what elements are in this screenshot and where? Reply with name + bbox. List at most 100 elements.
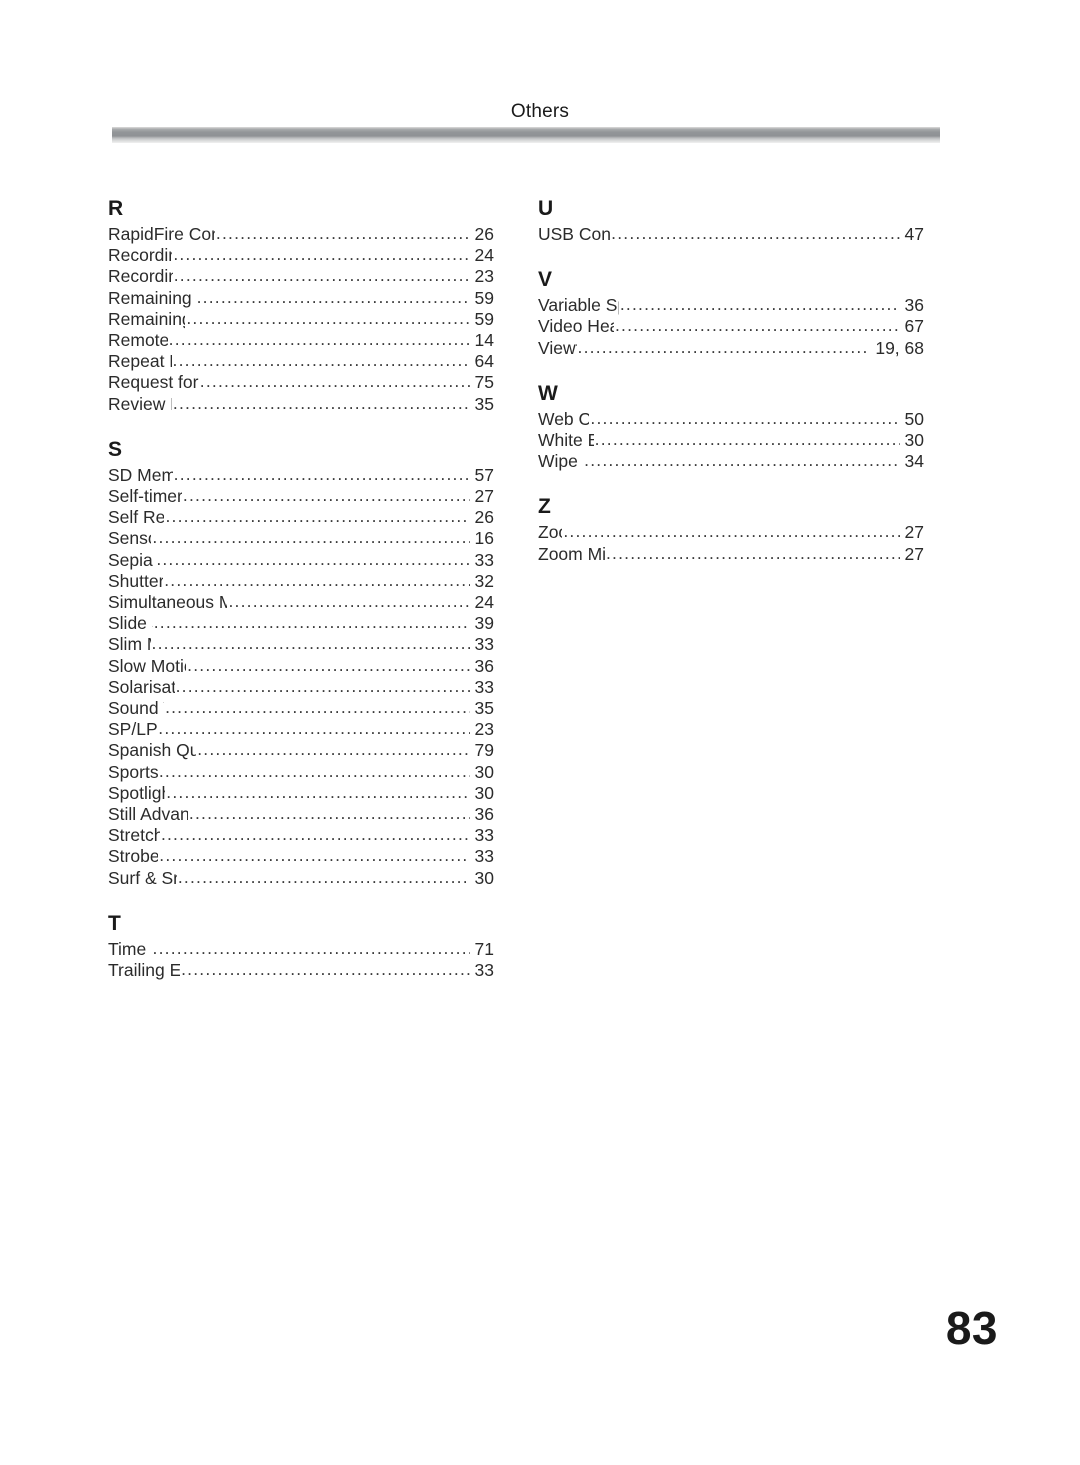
index-section-u: U USB Connection Kit 47	[538, 196, 924, 245]
index-entry-title: Variable Speed Search	[538, 295, 619, 316]
index-entry[interactable]: Remaining Tape Time 59	[108, 309, 494, 330]
index-entry-leader-dots	[563, 521, 899, 542]
index-entry[interactable]: Recording Speed 23	[108, 266, 494, 287]
index-entry-leader-dots	[173, 393, 470, 414]
index-entry[interactable]: Strobe Mode 33	[108, 846, 494, 867]
index-entry[interactable]: White Balance 30	[538, 430, 924, 451]
index-entry-title: Self-timer Recording	[108, 486, 182, 507]
index-entry-title: SP/LP Mode	[108, 719, 158, 740]
index-entry[interactable]: Sepia Mode 33	[108, 550, 494, 571]
index-entry-title: Trailing Effect Mode	[108, 960, 181, 981]
index-entry-page-number: 75	[474, 372, 494, 393]
index-entry[interactable]: Video Head Clogging 67	[538, 316, 924, 337]
index-entry[interactable]: RapidFire Consecutive Photoshot 26	[108, 224, 494, 245]
index-section-v: VVariable Speed Search36Video Head Clogg…	[538, 267, 924, 359]
index-entry-page-number: 57	[474, 464, 494, 485]
index-entry[interactable]: Spotlight Mode 30	[108, 783, 494, 804]
index-entry-leader-dots	[186, 308, 469, 329]
index-entry-title: Stretch Mode	[108, 825, 160, 846]
index-entry[interactable]: Sports Mode 30	[108, 762, 494, 783]
index-entry[interactable]: Web Camera 50	[538, 409, 924, 430]
index-entry-leader-dots	[152, 527, 469, 548]
index-entry-leader-dots	[158, 718, 469, 739]
index-entry-page-number: 30	[474, 867, 494, 888]
index-entry-page-number: 24	[474, 592, 494, 613]
index-entry[interactable]: Self Recording 26	[108, 507, 494, 528]
index-entry-title: Remote Control	[108, 330, 168, 351]
index-entry[interactable]: Slide Show 39	[108, 613, 494, 634]
index-entry[interactable]: Repeat Playback 64	[108, 351, 494, 372]
index-entry-leader-dots	[164, 570, 469, 591]
index-entry[interactable]: Spanish Quick Use Guide 79	[108, 740, 494, 761]
index-entry-title: SD Memory Card	[108, 464, 173, 485]
index-entry[interactable]: Wipe Mode 34	[538, 451, 924, 472]
index-entry-title: White Balance	[538, 430, 594, 451]
section-letter: S	[108, 437, 123, 461]
index-entry[interactable]: Recording Check 24	[108, 245, 494, 266]
index-entry-leader-dots	[159, 761, 470, 782]
index-entry-page-number: 27	[904, 543, 924, 564]
index-entry-page-number: 71	[474, 938, 494, 959]
index-entry[interactable]: SP/LP Mode 23	[108, 719, 494, 740]
index-entry-title: Sound Volume	[108, 698, 164, 719]
index-entry[interactable]: Remote Control 14	[108, 330, 494, 351]
index-entry-page-number: 67	[904, 316, 924, 337]
index-entry-title: Shutter Speed	[108, 570, 164, 591]
index-entry-page-number: 26	[474, 507, 494, 528]
index-entry-leader-dots	[611, 223, 899, 244]
index-entry-title: Sepia Mode	[108, 549, 155, 570]
index-entry[interactable]: Time Code 71	[108, 939, 494, 960]
index-entry[interactable]: Request for Service Notice 75	[108, 372, 494, 393]
index-entry[interactable]: Slow Motion Playback 36	[108, 656, 494, 677]
section-letter: W	[538, 381, 559, 405]
index-entry-leader-dots	[159, 845, 469, 866]
index-entry-page-number: 35	[474, 393, 494, 414]
index-entry-leader-dots	[178, 867, 470, 888]
index-entry[interactable]: Stretch Mode 33	[108, 825, 494, 846]
index-entry-page-number: 35	[474, 698, 494, 719]
index-entry[interactable]: SD Memory Card 57	[108, 465, 494, 486]
index-entry[interactable]: Review Playback 35	[108, 394, 494, 415]
index-entry-title: Self Recording	[108, 507, 165, 528]
index-entry-page-number: 33	[474, 549, 494, 570]
index-entry[interactable]: Remaining Battery Power 59	[108, 288, 494, 309]
index-entry-page-number: 14	[474, 330, 494, 351]
index-entry-title: Slide Show	[108, 613, 153, 634]
index-entry[interactable]: Zoom 27	[538, 522, 924, 543]
index-entry[interactable]: Sensor tag 16	[108, 528, 494, 549]
index-entry-page-number: 30	[474, 761, 494, 782]
index-entry-leader-dots	[153, 938, 470, 959]
index-entry[interactable]: Still Advance Playback 36	[108, 804, 494, 825]
index-entry[interactable]: Variable Speed Search 36	[538, 295, 924, 316]
index-entry-leader-dots	[578, 337, 871, 358]
index-entry-page-number: 34	[904, 451, 924, 472]
index-entry-leader-dots	[173, 350, 470, 371]
index-entry[interactable]: Solarisation Mode 33	[108, 677, 494, 698]
index-section-r: RRapidFire Consecutive Photoshot26Record…	[108, 196, 494, 415]
index-entry-leader-dots	[181, 959, 469, 980]
index-entry-title: Video Head Clogging	[538, 316, 614, 337]
index-entry-title: Repeat Playback	[108, 351, 172, 372]
index-entry[interactable]: Slim Mode 33	[108, 634, 494, 655]
index-entry-page-number: 36	[474, 655, 494, 676]
index-entry[interactable]: Self-timer Recording 27	[108, 486, 494, 507]
index-entry[interactable]: USB Connection Kit 47	[538, 224, 924, 245]
index-entry-leader-dots	[606, 543, 900, 564]
index-entry-leader-dots	[174, 265, 470, 286]
index-entry[interactable]: Simultaneous Motion/Still Record Mode 24	[108, 592, 494, 613]
index-entry-page-number: 24	[474, 245, 494, 266]
index-entry[interactable]: Viewfinder 19, 68	[538, 338, 924, 359]
page-title: Others	[510, 101, 570, 122]
index-entry[interactable]: Shutter Speed 32	[108, 571, 494, 592]
index-entry[interactable]: Trailing Effect Mode 33	[108, 960, 494, 981]
index-entry[interactable]: Sound Volume 35	[108, 698, 494, 719]
index-entry-page-number: 47	[904, 224, 924, 244]
index-entry-title: USB Connection Kit	[538, 224, 611, 244]
index-entry[interactable]: Zoom Microphone 27	[538, 544, 924, 565]
index-entry-page-number: 30	[474, 782, 494, 803]
index-entry-title: Sensor tag	[108, 528, 151, 549]
index-entry-leader-dots	[595, 429, 900, 450]
index-entry-leader-dots	[197, 739, 469, 760]
index-entry[interactable]: Surf & Snow Mode 30	[108, 868, 494, 889]
index-entry-page-number: 36	[904, 295, 924, 316]
